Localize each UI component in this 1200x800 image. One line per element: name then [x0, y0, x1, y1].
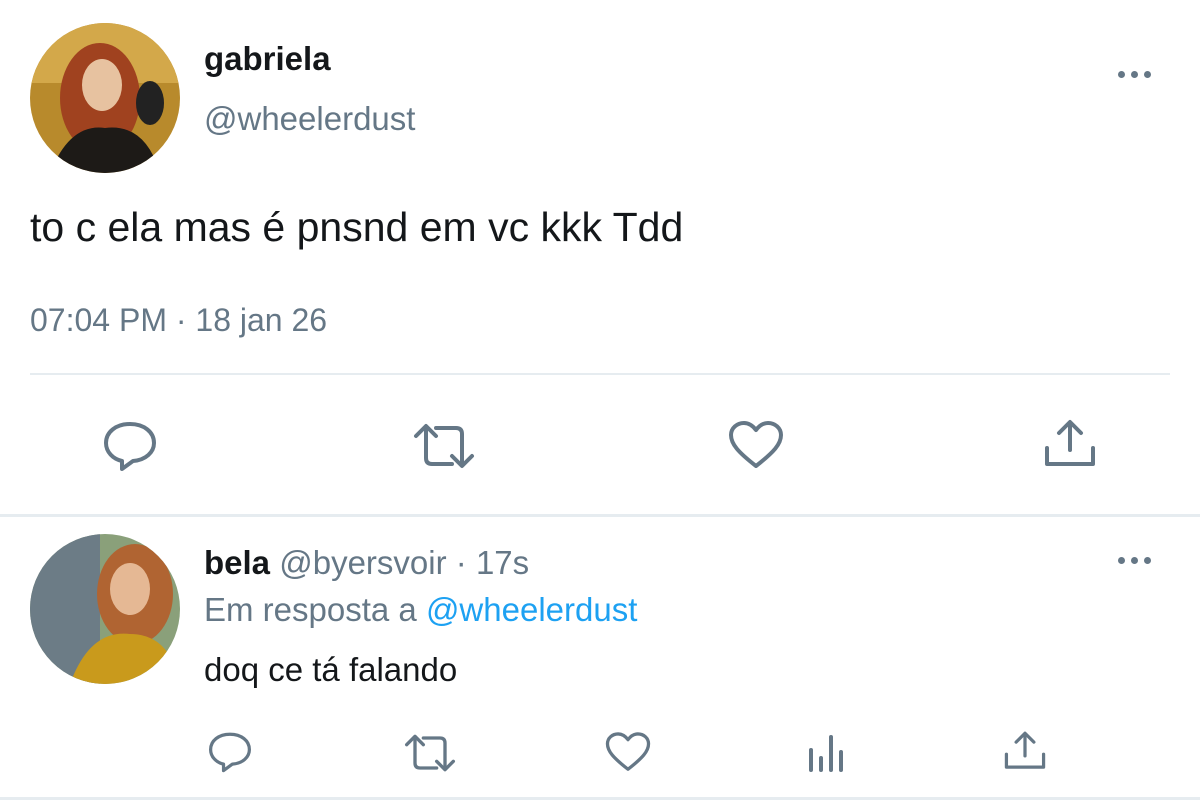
like-button[interactable]: [605, 731, 651, 773]
reply-age: 17s: [475, 544, 530, 581]
separator: ·: [455, 544, 467, 581]
reply-header: bela @byersvoir · 17s: [204, 544, 529, 582]
reply-text: doq ce tá falando: [204, 651, 458, 688]
author-handle[interactable]: @wheelerdust: [204, 100, 415, 138]
analytics-button[interactable]: [806, 734, 848, 772]
retweet-icon: [414, 424, 474, 468]
share-button[interactable]: [1043, 418, 1097, 470]
author-name[interactable]: gabriela: [204, 40, 331, 78]
in-reply-to: Em resposta a @wheelerdust: [204, 591, 637, 629]
tweet-text: to c ela mas é pnsnd em vc kkk Tdd: [30, 204, 684, 250]
separator: ·: [175, 302, 187, 338]
reply-icon: [209, 732, 251, 773]
tweet-timestamp: 07:04 PM · 18 jan 26: [30, 302, 327, 339]
share-icon: [1045, 420, 1095, 466]
author-name[interactable]: bela: [204, 544, 270, 581]
more-options-icon[interactable]: [1118, 552, 1158, 568]
like-icon: [729, 421, 783, 468]
avatar[interactable]: [30, 534, 180, 684]
like-icon: [605, 732, 651, 771]
share-icon: [1004, 731, 1046, 769]
retweet-button[interactable]: [403, 733, 457, 773]
like-button[interactable]: [728, 420, 784, 470]
share-button[interactable]: [1003, 730, 1047, 772]
reply-button[interactable]: [103, 420, 157, 472]
avatar[interactable]: [30, 23, 180, 173]
in-reply-prefix: Em resposta a: [204, 591, 417, 628]
section-divider: [0, 514, 1200, 517]
reply-button[interactable]: [208, 731, 252, 773]
in-reply-handle-link[interactable]: @wheelerdust: [426, 591, 637, 628]
more-options-icon[interactable]: [1118, 66, 1158, 82]
reply-icon: [104, 422, 156, 471]
author-handle[interactable]: @byersvoir: [279, 544, 446, 581]
retweet-button[interactable]: [412, 422, 476, 470]
tweet-date: 18 jan 26: [195, 302, 328, 338]
retweet-icon: [404, 734, 455, 772]
analytics-icon: [809, 735, 843, 772]
divider: [30, 373, 1170, 375]
tweet-time: 07:04 PM: [30, 302, 167, 338]
